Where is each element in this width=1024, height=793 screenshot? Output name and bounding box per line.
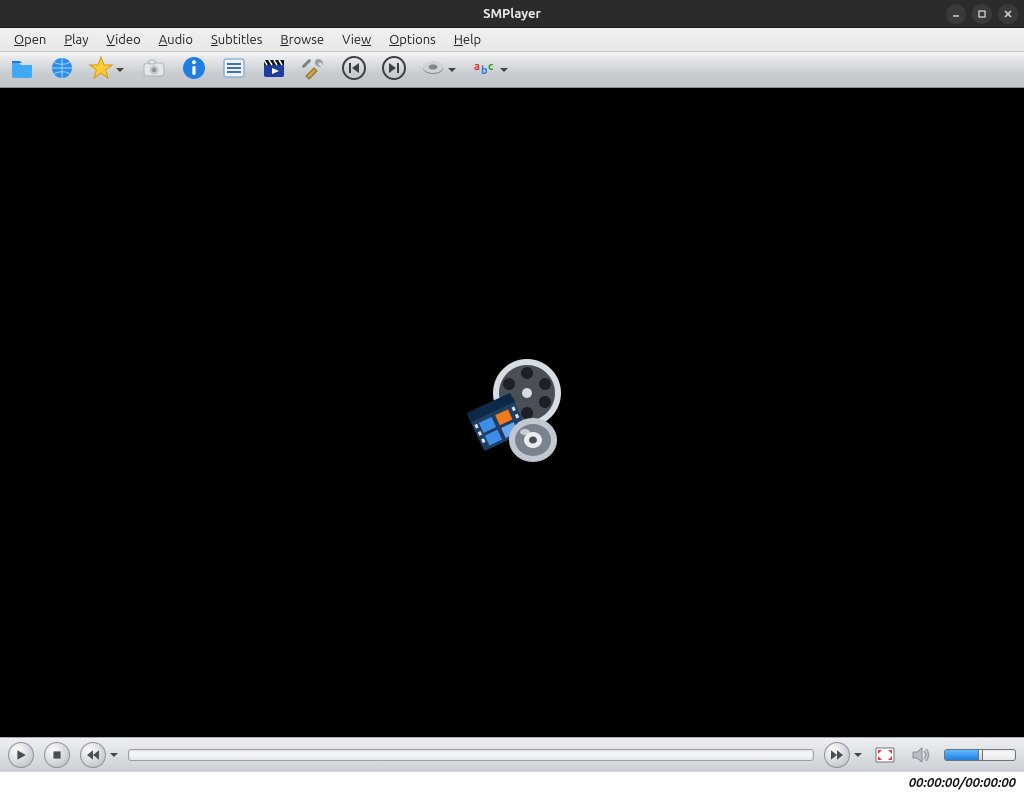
window-title: SMPlayer xyxy=(483,7,541,21)
playlist-icon xyxy=(221,55,247,84)
star-icon xyxy=(88,55,114,84)
prev-icon xyxy=(341,55,367,84)
play-button[interactable] xyxy=(8,742,34,768)
folder-icon xyxy=(9,55,35,84)
minimize-icon xyxy=(951,9,961,19)
menu-help[interactable]: Help xyxy=(446,31,489,49)
chevron-down-icon[interactable] xyxy=(854,753,862,757)
rewind-button-group[interactable] xyxy=(80,742,118,768)
menu-browse[interactable]: Browse xyxy=(272,31,332,49)
menu-video[interactable]: Video xyxy=(98,31,148,49)
toolbar-open-url[interactable] xyxy=(48,56,76,84)
seek-slider[interactable] xyxy=(128,749,814,761)
rewind-icon xyxy=(87,749,99,761)
toolbar-favorites[interactable] xyxy=(88,56,128,84)
video-area[interactable] xyxy=(0,88,1024,737)
next-icon xyxy=(381,55,407,84)
volume-knob[interactable] xyxy=(978,749,983,761)
menu-subtitles[interactable]: Subtitles xyxy=(203,31,270,49)
volume-slider[interactable] xyxy=(944,749,1016,761)
svg-text:b: b xyxy=(481,65,488,77)
maximize-button[interactable] xyxy=(972,4,992,24)
menu-play[interactable]: Play xyxy=(56,31,96,49)
minimize-button[interactable] xyxy=(946,4,966,24)
titlebar: SMPlayer xyxy=(0,0,1024,28)
chevron-down-icon[interactable] xyxy=(116,68,124,72)
play-icon xyxy=(15,749,27,761)
time-current: 00:00:00 xyxy=(909,776,960,790)
toolbar-previous[interactable] xyxy=(340,56,368,84)
toolbar-aspect-repeat[interactable] xyxy=(420,56,460,84)
stop-button[interactable] xyxy=(44,742,70,768)
rewind-button[interactable] xyxy=(80,742,106,768)
toolbar-subtitle-track[interactable]: abc xyxy=(472,56,512,84)
main-toolbar: abc xyxy=(0,52,1024,88)
volume-fill xyxy=(945,750,980,760)
svg-text:a: a xyxy=(474,61,480,73)
toolbar-show-playlist[interactable] xyxy=(220,56,248,84)
abc-icon: abc xyxy=(472,55,498,84)
toolbar-next[interactable] xyxy=(380,56,408,84)
forward-button-group[interactable] xyxy=(824,742,862,768)
mute-button[interactable] xyxy=(908,742,934,768)
chevron-down-icon[interactable] xyxy=(500,68,508,72)
menubar: OpenPlayVideoAudioSubtitlesBrowseViewOpt… xyxy=(0,28,1024,52)
speaker-icon xyxy=(910,744,932,766)
clapboard-icon xyxy=(261,55,287,84)
menu-view[interactable]: View xyxy=(334,31,379,49)
status-bar: 00:00:00 / 00:00:00 xyxy=(0,771,1024,793)
info-icon xyxy=(181,55,207,84)
chevron-down-icon[interactable] xyxy=(448,68,456,72)
menu-options[interactable]: Options xyxy=(381,31,444,49)
forward-icon xyxy=(831,749,843,761)
tools-icon xyxy=(301,55,327,84)
fullscreen-icon xyxy=(874,744,896,766)
close-button[interactable] xyxy=(998,4,1018,24)
globe-icon xyxy=(49,55,75,84)
menu-audio[interactable]: Audio xyxy=(151,31,201,49)
toolbar-preferences[interactable] xyxy=(300,56,328,84)
toolbar-youtube-browser[interactable] xyxy=(260,56,288,84)
svg-text:c: c xyxy=(488,61,494,73)
control-bar xyxy=(0,737,1024,771)
stop-icon xyxy=(51,749,63,761)
smplayer-logo xyxy=(447,348,577,478)
fullscreen-button[interactable] xyxy=(872,742,898,768)
toolbar-media-info[interactable] xyxy=(180,56,208,84)
loop-icon xyxy=(420,55,446,84)
camera-icon xyxy=(141,55,167,84)
time-total: 00:00:00 xyxy=(965,776,1016,790)
maximize-icon xyxy=(977,9,987,19)
toolbar-open-file[interactable] xyxy=(8,56,36,84)
forward-button[interactable] xyxy=(824,742,850,768)
chevron-down-icon[interactable] xyxy=(110,753,118,757)
toolbar-screenshot[interactable] xyxy=(140,56,168,84)
close-icon xyxy=(1003,9,1013,19)
menu-open[interactable]: Open xyxy=(6,31,54,49)
